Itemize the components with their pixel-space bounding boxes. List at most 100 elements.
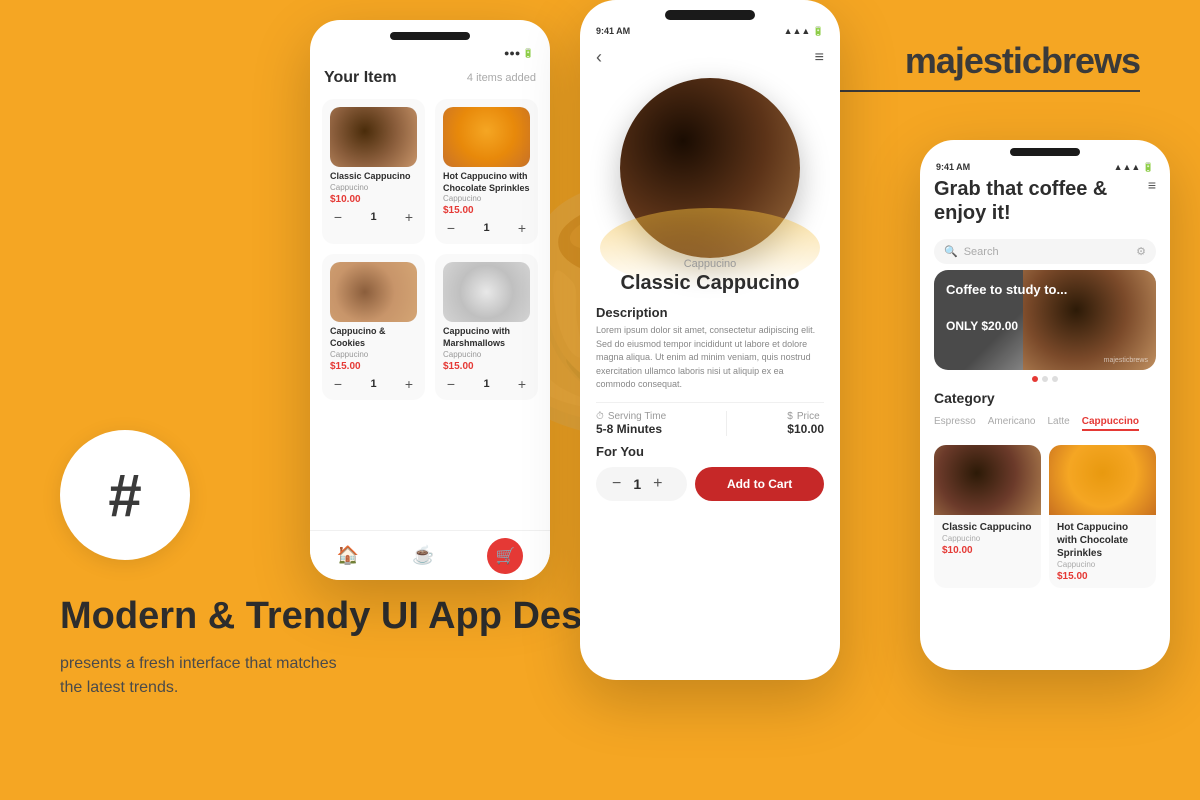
qty-minus-1[interactable]: − <box>330 209 346 225</box>
cart-item-qty-4: − 1 + <box>443 376 530 392</box>
product-name-2: Hot Cappucino with Chocolate Sprinkles <box>1057 521 1148 560</box>
product-img-1 <box>934 445 1041 515</box>
page-subtitle: presents a fresh interface that matches … <box>60 652 360 700</box>
qty-val-4: 1 <box>483 378 489 390</box>
cat-tab-espresso[interactable]: Espresso <box>934 414 976 431</box>
cart-item-price-3: $15.00 <box>330 361 417 372</box>
detail-back-row: ‹ ≡ <box>580 41 840 68</box>
cart-item-img-1 <box>330 107 417 167</box>
cart-nav-icon[interactable]: 🛒 <box>487 538 523 574</box>
cart-item-name-1: Classic Cappucino <box>330 171 417 183</box>
back-button[interactable]: ‹ <box>596 47 602 68</box>
home-nav-icon[interactable]: 🏠 <box>337 545 359 566</box>
detail-qty-minus[interactable]: − <box>612 475 621 493</box>
cart-item-qty-2: − 1 + <box>443 220 530 236</box>
phone-home: 9:41 AM ▲▲▲ 🔋 Grab that coffee & enjoy i… <box>920 140 1170 670</box>
dot-2 <box>1042 376 1048 382</box>
detail-desc-text: Lorem ipsum dolor sit amet, consectetur … <box>596 324 824 392</box>
cart-item-img-2 <box>443 107 530 167</box>
cart-item-4: Cappucino with Marshmallows Cappucino $1… <box>435 254 538 399</box>
coffee-nav-icon[interactable]: ☕ <box>412 545 434 566</box>
cat-tab-americano[interactable]: Americano <box>988 414 1036 431</box>
qty-plus-3[interactable]: + <box>401 376 417 392</box>
phone1-notch <box>390 32 470 40</box>
cart-item-name-3: Cappucino & Cookies <box>330 326 417 349</box>
cart-item-cat-3: Cappucino <box>330 350 417 359</box>
cat-tab-latte[interactable]: Latte <box>1048 414 1070 431</box>
phone2-time: 9:41 AM <box>596 26 630 37</box>
detail-qty-plus[interactable]: + <box>653 475 662 493</box>
qty-val-3: 1 <box>370 378 376 390</box>
brand-underline <box>840 90 1140 92</box>
cart-bottom-nav: 🏠 ☕ 🛒 <box>310 530 550 580</box>
cart-item-cat-2: Cappucino <box>443 194 530 203</box>
phone2-notch <box>665 10 755 20</box>
search-icon: 🔍 <box>944 245 958 258</box>
cart-item-cat-4: Cappucino <box>443 350 530 359</box>
cart-item-1: Classic Cappucino Cappucino $10.00 − 1 + <box>322 99 425 244</box>
product-name-1: Classic Cappucino <box>942 521 1033 534</box>
detail-menu-icon[interactable]: ≡ <box>815 49 824 67</box>
qty-val-1: 1 <box>370 211 376 223</box>
detail-title: Classic Cappucino <box>596 272 824 295</box>
price-label: Price <box>797 411 820 422</box>
cart-header: Your Item 4 items added <box>310 63 550 93</box>
product-price-2: $15.00 <box>1057 571 1148 582</box>
cart-item-price-1: $10.00 <box>330 194 417 205</box>
qty-plus-1[interactable]: + <box>401 209 417 225</box>
promo-price: ONLY $20.00 <box>946 319 1067 333</box>
promo-title: Coffee to study to... <box>946 282 1067 299</box>
cart-item-price-4: $15.00 <box>443 361 530 372</box>
price-value: $10.00 <box>787 422 824 436</box>
product-price-1: $10.00 <box>942 545 1033 556</box>
category-tabs: Espresso Americano Latte Cappuccino <box>934 414 1156 431</box>
page-title: Modern & Trendy UI App Design <box>60 594 639 640</box>
cart-item-qty-3: − 1 + <box>330 376 417 392</box>
hash-symbol: # <box>108 461 141 530</box>
cart-count: 4 items added <box>467 72 536 84</box>
qty-plus-4[interactable]: + <box>514 376 530 392</box>
dot-3 <box>1052 376 1058 382</box>
serving-label: Serving Time <box>608 411 666 422</box>
for-you-controls: − 1 + Add to Cart <box>596 467 824 501</box>
phone-detail: 9:41 AM ▲▲▲ 🔋 ‹ ≡ Cappucino Classic Capp… <box>580 0 840 680</box>
qty-minus-4[interactable]: − <box>443 376 459 392</box>
for-you-section: For You − 1 + Add to Cart <box>580 436 840 509</box>
cart-item-2: Hot Cappucino with Chocolate Sprinkles C… <box>435 99 538 244</box>
detail-desc-title: Description <box>596 305 824 320</box>
cart-item-cat-1: Cappucino <box>330 183 417 192</box>
product-cat-1: Cappucino <box>942 534 1033 543</box>
home-menu-icon[interactable]: ≡ <box>1148 177 1156 193</box>
category-title: Category <box>934 390 1156 406</box>
detail-qty-control: − 1 + <box>596 467 687 501</box>
detail-qty-val: 1 <box>633 476 641 492</box>
cart-item-name-4: Cappucino with Marshmallows <box>443 326 530 349</box>
qty-plus-2[interactable]: + <box>514 220 530 236</box>
cat-tab-cappuccino[interactable]: Cappuccino <box>1082 414 1139 431</box>
cart-title: Your Item <box>324 69 397 87</box>
product-grid: Classic Cappucino Cappucino $10.00 Hot C… <box>920 445 1170 588</box>
qty-minus-2[interactable]: − <box>443 220 459 236</box>
cart-item-qty-1: − 1 + <box>330 209 417 225</box>
cart-item-img-4 <box>443 262 530 322</box>
product-cat-2: Cappucino <box>1057 560 1148 569</box>
dot-1 <box>1032 376 1038 382</box>
phone3-time: 9:41 AM <box>936 162 970 173</box>
qty-minus-3[interactable]: − <box>330 376 346 392</box>
qty-val-2: 1 <box>483 222 489 234</box>
filter-icon[interactable]: ⚙ <box>1136 245 1146 258</box>
price-meta: $ Price $10.00 <box>787 411 824 436</box>
add-to-cart-button[interactable]: Add to Cart <box>695 467 824 501</box>
detail-content: Cappucino Classic Cappucino Description … <box>580 258 840 436</box>
home-title: Grab that coffee & enjoy it! <box>934 177 1148 225</box>
serving-meta: ⏱ Serving Time 5-8 Minutes <box>596 411 666 436</box>
search-bar[interactable]: 🔍 Search ⚙ <box>934 239 1156 264</box>
for-you-title: For You <box>596 444 824 459</box>
cart-items-grid: Classic Cappucino Cappucino $10.00 − 1 +… <box>310 93 550 406</box>
cart-item-img-3 <box>330 262 417 322</box>
detail-meta: ⏱ Serving Time 5-8 Minutes $ Price $10.0… <box>596 402 824 436</box>
promo-brand-watermark: majesticbrews <box>1104 357 1148 364</box>
cart-item-price-2: $15.00 <box>443 205 530 216</box>
serving-value: 5-8 Minutes <box>596 422 666 436</box>
cart-item-name-2: Hot Cappucino with Chocolate Sprinkles <box>443 171 530 194</box>
